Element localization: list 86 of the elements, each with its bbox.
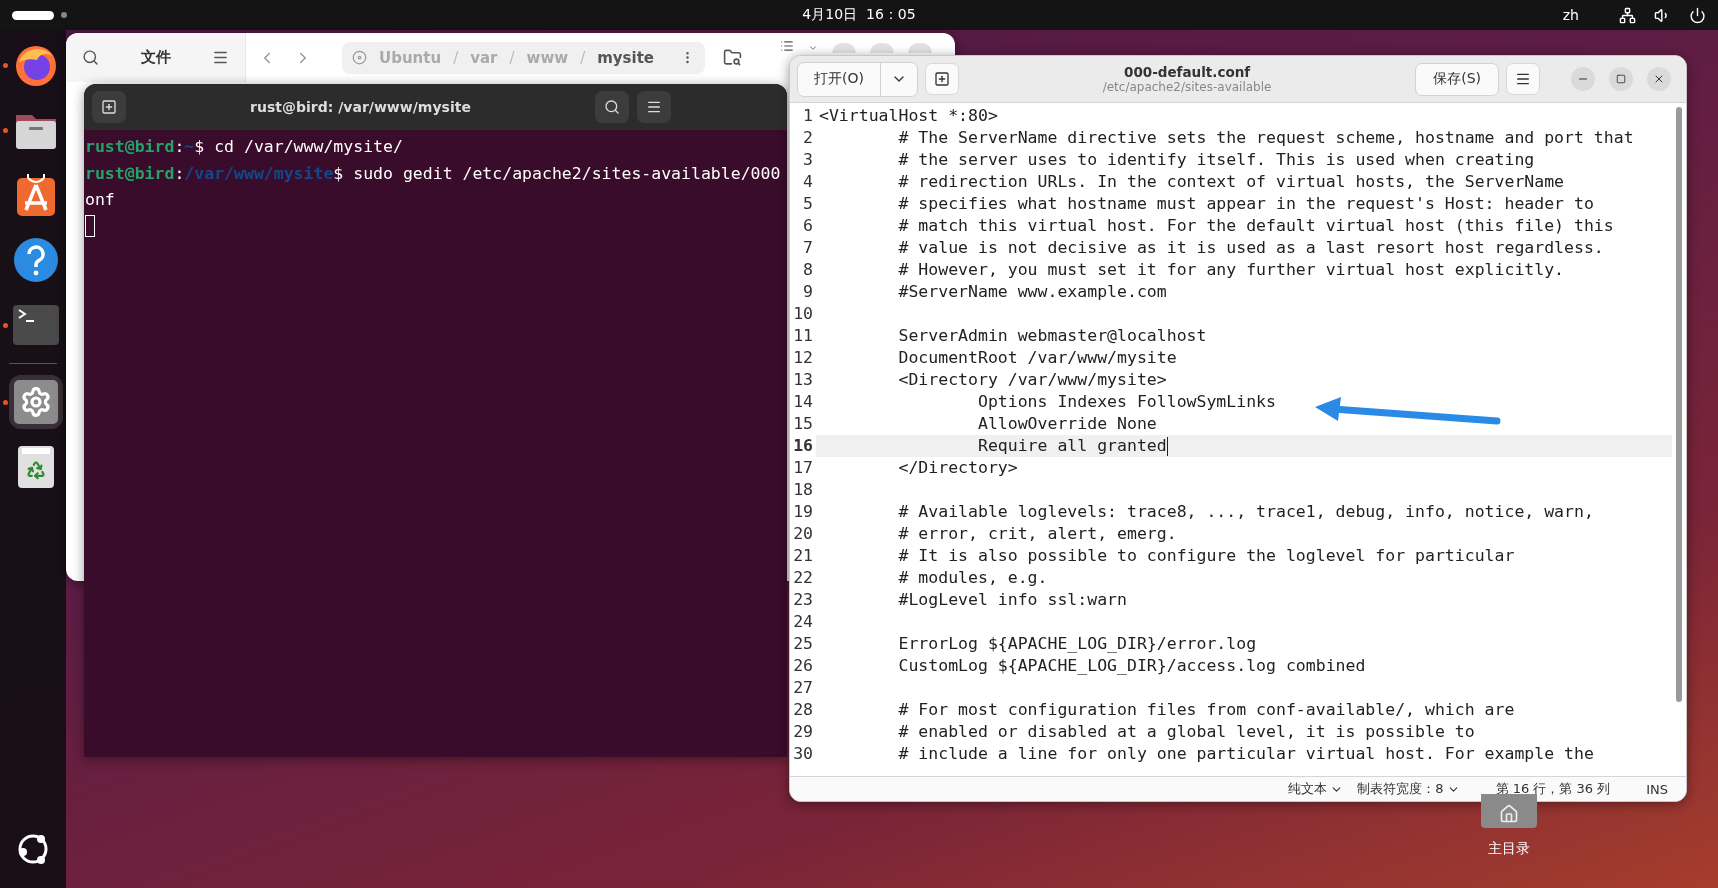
code-line: CustomLog ${APACHE_LOG_DIR}/access.log combined	[897, 655, 1366, 677]
line-number: 4	[790, 171, 816, 193]
maximize-button[interactable]	[1609, 67, 1633, 91]
code-line: #ServerName www.example.com	[897, 281, 1167, 303]
code-line: # error, crit, alert, emerg.	[897, 523, 1177, 545]
house-icon	[1499, 804, 1519, 824]
apps-grid-icon[interactable]	[16, 832, 50, 866]
menu-icon	[1515, 71, 1531, 87]
language-selector[interactable]: 纯文本	[1288, 780, 1344, 798]
question-icon	[13, 237, 59, 283]
search-icon	[604, 99, 620, 115]
code-line: # It is also possible to configure the loglevel for particular	[897, 545, 1515, 567]
window-title: rust@bird: /var/www/mysite	[249, 99, 472, 115]
bag-icon	[15, 172, 57, 218]
window-title: 000-default.conf	[1124, 64, 1251, 80]
line-number: 14	[790, 391, 816, 413]
settings-icon	[14, 380, 58, 424]
code-line: #LogLevel info ssl:warn	[897, 589, 1127, 611]
trash-icon	[16, 444, 56, 490]
code-line: ErrorLog ${APACHE_LOG_DIR}/error.log	[897, 633, 1257, 655]
close-icon	[1653, 73, 1665, 85]
code-line: DocumentRoot /var/www/mysite	[897, 347, 1177, 369]
path-crumb[interactable]: mysite	[597, 48, 655, 67]
folder-search-icon[interactable]	[723, 48, 742, 67]
menu-icon[interactable]	[212, 49, 229, 66]
menu-button[interactable]	[1506, 63, 1540, 95]
insert-mode: INS	[1646, 781, 1668, 797]
new-tab-button[interactable]	[924, 63, 959, 95]
home-folder-icon[interactable]	[1481, 794, 1537, 828]
code-line: # specifies what hostname must appear in the request's Host: header to	[897, 193, 1594, 215]
text-cursor	[1166, 436, 1168, 456]
maximize-icon	[1616, 74, 1626, 84]
sidebar-title: 文件	[140, 48, 171, 67]
code-line: Options Indexes FollowSymLinks	[976, 391, 1276, 413]
code-line: # enabled or disabled at a global level, it is possible to	[897, 721, 1475, 743]
caret-icon[interactable]	[808, 43, 818, 53]
code-line: ServerAdmin webmaster@localhost	[897, 325, 1207, 347]
code-line: </Directory>	[897, 457, 1018, 479]
code-line: <VirtualHost *:80>	[818, 105, 998, 127]
code-line: # the server uses to identify itself. This is used when creating	[897, 149, 1535, 171]
code-line: # Available loglevels: trace8, ..., trace1, debug, info, notice, warn,	[897, 501, 1594, 523]
code-line: # redirection URLs. In the context of virtual hosts, the ServerName	[897, 171, 1565, 193]
terminal-icon	[13, 305, 59, 345]
code-line: # value is not decisive as it is used as a last resort host regardless.	[897, 237, 1604, 259]
save-button[interactable]: 保存(S)	[1415, 62, 1499, 96]
path-separator: /	[580, 48, 586, 67]
code-line: <Directory /var/www/mysite>	[897, 369, 1167, 391]
list-view-icon[interactable]	[780, 39, 794, 53]
workspace-dot	[61, 12, 67, 18]
code-line: # include a line for only one particular virtual host. For example the	[897, 743, 1594, 765]
code-line: AllowOverride None	[976, 413, 1157, 435]
close-button[interactable]	[1647, 67, 1671, 91]
code-line: Require all granted	[976, 435, 1167, 457]
line-number: 16	[790, 435, 816, 457]
activities-indicator[interactable]	[12, 10, 54, 20]
code-line: # However, you must set it for any further virtual host explicitly.	[897, 259, 1565, 281]
tab-width-selector[interactable]: 制表符宽度：8	[1357, 780, 1460, 798]
command-line: rust@bird:~$ cd /var/www/mysite/	[85, 136, 404, 158]
scrollbar-thumb[interactable]	[1676, 107, 1682, 702]
search-icon[interactable]	[82, 49, 99, 66]
code-line: # The ServerName directive sets the request scheme, hostname and port that	[897, 127, 1634, 149]
search-button[interactable]	[595, 91, 629, 123]
code-line: # match this virtual host. For the default virtual host (this file) this	[897, 215, 1614, 237]
clock[interactable]: 4月10日 16：05	[802, 6, 916, 24]
minimize-button[interactable]	[1571, 67, 1595, 91]
new-tab-button[interactable]	[92, 91, 126, 123]
input-method[interactable]: zh	[1562, 7, 1579, 23]
cursor-position: 第 16 行，第 36 列	[1495, 780, 1611, 798]
desktop-icon-label[interactable]: 主目录	[1488, 840, 1530, 858]
disc-icon	[352, 50, 367, 65]
code-line: # For most configuration files from conf-available/, which are	[897, 699, 1515, 721]
command-line: rust@bird:/var/www/mysite$ sudo gedit /etc/apache2/sites-available/000	[85, 162, 782, 185]
power-icon[interactable]	[1689, 6, 1706, 24]
new-tab-icon	[101, 99, 117, 115]
path-separator: /	[453, 48, 459, 67]
file-path: /etc/apache2/sites-available	[1102, 80, 1272, 94]
new-tab-icon	[933, 71, 950, 87]
menu-icon	[646, 99, 662, 115]
code-line: # modules, e.g.	[897, 567, 1048, 589]
block-cursor	[85, 214, 95, 237]
line-number: 24	[790, 611, 816, 633]
menu-button[interactable]	[637, 91, 671, 123]
network-icon[interactable]	[1619, 6, 1636, 24]
path-separator: /	[509, 48, 515, 67]
path-bar[interactable]: Ubuntu / var / www / mysite	[342, 41, 705, 74]
output-line: onf	[85, 189, 116, 211]
